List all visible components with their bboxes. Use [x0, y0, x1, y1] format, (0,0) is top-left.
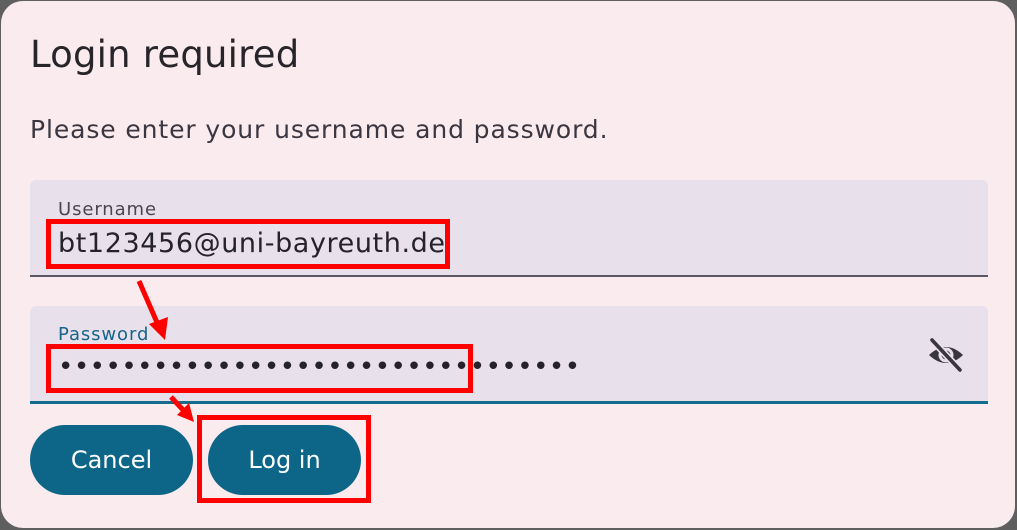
arrow-password-to-login [169, 395, 194, 422]
login-dialog: Login required Please enter your usernam… [1, 1, 1015, 528]
annotation-arrows [136, 280, 194, 422]
arrow-username-to-password [136, 280, 168, 340]
